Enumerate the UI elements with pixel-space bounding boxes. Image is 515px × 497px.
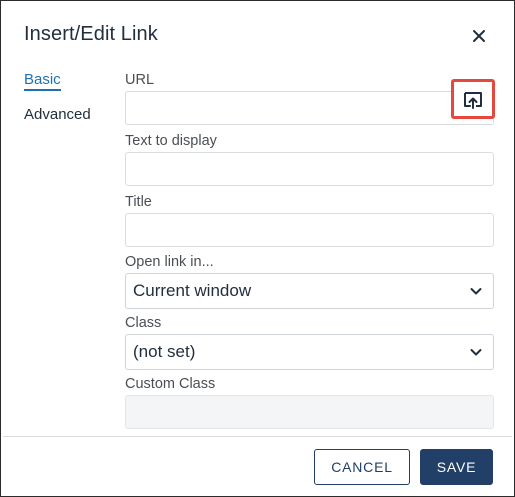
open-link-in-label: Open link in...	[125, 254, 214, 270]
open-link-in-value: Current window	[133, 281, 252, 300]
window-frame: Insert/Edit Link Basic Advanced URL Text…	[0, 0, 515, 497]
tab-basic[interactable]: Basic	[24, 71, 61, 91]
url-input[interactable]	[125, 79, 495, 125]
text-to-display-input[interactable]	[125, 152, 494, 186]
save-button[interactable]: SAVE	[420, 449, 493, 485]
class-label: Class	[125, 315, 162, 331]
text-to-display-label: Text to display	[125, 133, 217, 149]
dialog-title: Insert/Edit Link	[24, 23, 158, 45]
dialog-footer: CANCEL SAVE	[3, 436, 512, 494]
close-button[interactable]	[468, 25, 490, 47]
dialog-tabs: Basic Advanced	[24, 71, 114, 136]
custom-class-input[interactable]	[125, 395, 494, 429]
title-label: Title	[125, 194, 152, 210]
browse-link-icon	[464, 92, 482, 109]
chevron-down-icon	[470, 349, 482, 356]
browse-link-button[interactable]	[451, 79, 495, 119]
chevron-down-icon	[470, 288, 482, 295]
open-link-in-select[interactable]: Current window	[125, 273, 494, 309]
class-value: (not set)	[133, 342, 196, 361]
insert-edit-link-dialog: Insert/Edit Link Basic Advanced URL Text…	[3, 3, 512, 494]
cancel-button[interactable]: CANCEL	[314, 449, 410, 485]
url-label: URL	[125, 72, 155, 88]
class-select[interactable]: (not set)	[125, 334, 494, 370]
link-form: URL Text to display Title Open link in..…	[125, 71, 495, 429]
title-input[interactable]	[125, 213, 494, 247]
dialog-header: Insert/Edit Link	[3, 3, 512, 69]
custom-class-label: Custom Class	[125, 376, 216, 392]
tab-advanced[interactable]: Advanced	[24, 106, 114, 128]
close-icon	[473, 30, 485, 42]
